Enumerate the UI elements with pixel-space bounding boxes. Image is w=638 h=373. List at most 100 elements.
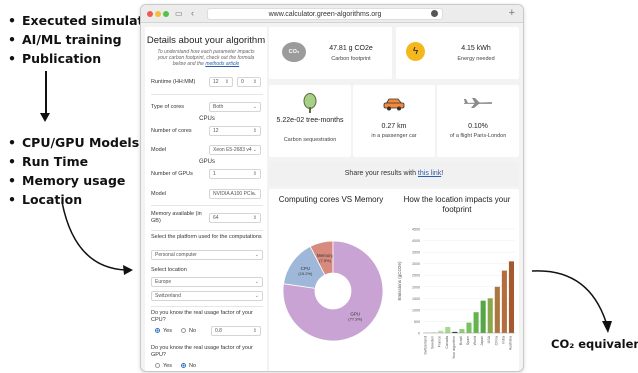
cpu-usage-no-radio[interactable]: No (181, 328, 196, 334)
divider (151, 306, 263, 307)
footprint-value: 47.81 g CO2e (329, 45, 373, 52)
y-tick-label: 3500 (412, 251, 420, 255)
num-cores-value: 12 (213, 128, 219, 134)
chevron-down-icon: ⌄ (252, 191, 257, 197)
car-label: in a passenger car (371, 133, 417, 139)
bar-india[interactable] (501, 270, 507, 333)
radio-checked-icon (181, 363, 186, 368)
tree-card: 5.22e-02 tree-months Carbon sequestratio… (269, 85, 351, 157)
x-tick-label: USA (487, 335, 491, 343)
input-item: Memory usage (8, 171, 139, 190)
car-value: 0.27 km (381, 123, 407, 130)
bar-brazil[interactable] (459, 329, 465, 333)
core-type-row: Type of cores Both ⌄ (151, 102, 263, 112)
address-bar[interactable]: www.calculator.green-algorithms.org (207, 8, 443, 20)
bar-world[interactable] (473, 312, 479, 333)
memory-label: Memory available (in GB) (151, 211, 202, 224)
y-tick-label: 0 (418, 332, 420, 336)
num-cores-input[interactable]: 12 ⇕ (209, 126, 261, 136)
donut-chart: CPU(15.2%)Memory(7.5%)GPU(77.3%) (282, 240, 384, 342)
y-tick-label: 500 (414, 320, 420, 324)
runtime-hours-input[interactable]: 12 ⇕ (209, 77, 233, 87)
memory-input[interactable]: 64 ⇕ (209, 213, 261, 223)
x-tick-label: Sweden (431, 336, 435, 349)
x-tick-label: Your algorithm (452, 336, 456, 359)
num-cores-label: Number of cores (151, 128, 192, 134)
bar-canada[interactable] (445, 326, 451, 333)
bar-japan[interactable] (480, 300, 486, 333)
stepper-icon: ⇕ (224, 79, 229, 85)
gpu-model-value: NVIDIA A100 PCIe (213, 191, 255, 197)
chevron-down-icon: ⌄ (252, 104, 257, 110)
maximize-window-icon[interactable] (163, 11, 169, 17)
form-title: Details about your algorithm (146, 35, 266, 46)
cpu-usage-value: 0.8 (215, 328, 222, 334)
cpu-usage-label: Do you know the real usage factor of you… (151, 310, 253, 323)
x-tick-label: Australia (508, 336, 512, 350)
y-tick-label: 1500 (412, 297, 420, 301)
num-gpus-row: Number of GPUs 1 ⇕ (151, 169, 263, 179)
continent-select[interactable]: Europe ⌄ (151, 277, 263, 287)
y-tick-label: 2000 (412, 285, 420, 289)
y-axis-label: Emissions (gCO2e) (397, 261, 402, 301)
memory-value: 64 (213, 215, 219, 221)
footprint-label: Carbon footprint (331, 56, 371, 62)
bar-china[interactable] (494, 286, 500, 333)
country-value: Switzerland (155, 293, 181, 299)
x-tick-label: India (501, 336, 505, 344)
close-window-icon[interactable] (147, 11, 153, 17)
donut-slice-percent: (15.2%) (298, 271, 313, 276)
privacy-shield-icon[interactable] (431, 10, 438, 17)
stepper-icon: ⇕ (252, 215, 257, 221)
car-card: 0.27 km in a passenger car (353, 85, 435, 157)
bar-spain[interactable] (466, 322, 472, 333)
curved-arrow-out-head (602, 321, 612, 333)
input-list: CPU/GPU Models Run Time Memory usage Loc… (8, 133, 139, 209)
lightning-bolt-icon: ϟ (406, 42, 425, 61)
gpu-usage-no-radio[interactable]: No (181, 363, 196, 369)
x-tick-label: World (473, 336, 477, 345)
donut-slice-percent: (7.5%) (319, 258, 331, 263)
y-tick-label: 3000 (412, 262, 420, 266)
platform-select[interactable]: Personal computer ⌄ (151, 250, 263, 260)
x-tick-label: Switzerland (424, 336, 428, 355)
flight-card: 0.10% of a flight Paris-London (437, 85, 519, 157)
algorithm-form: Details about your algorithm To understa… (145, 27, 267, 371)
radio-unchecked-icon (155, 363, 160, 368)
runtime-minutes-input[interactable]: 0 ⇕ (237, 77, 261, 87)
bar-usa[interactable] (487, 298, 493, 333)
platform-label: Select the platform used for the computa… (151, 234, 262, 240)
cpu-usage-yes-radio[interactable]: Yes (155, 328, 172, 334)
form-intro: To understand how each parameter impacts… (153, 49, 259, 67)
num-gpus-input[interactable]: 1 ⇕ (209, 169, 261, 179)
y-tick-label: 2500 (412, 274, 420, 278)
cpu-usage-input[interactable]: 0.8 ⇕ (211, 326, 261, 336)
cpu-model-select[interactable]: Xeon E5-2683 v4 ⌄ (209, 145, 261, 155)
gpu-usage-yes-radio[interactable]: Yes (155, 363, 172, 369)
bar-france[interactable] (438, 330, 444, 333)
input-item: Run Time (8, 152, 139, 171)
radio-label: Yes (163, 328, 172, 334)
methods-article-link[interactable]: methods article (205, 61, 239, 67)
bar-australia[interactable] (508, 261, 515, 333)
x-tick-label: France (438, 336, 442, 347)
energy-card: ϟ 4.15 kWh Energy needed (396, 27, 519, 79)
continent-value: Europe (155, 279, 172, 285)
back-arrow-icon[interactable]: ‹ (191, 8, 194, 18)
core-type-select[interactable]: Both ⌄ (209, 102, 261, 112)
x-tick-label: Japan (480, 336, 484, 346)
share-link[interactable]: this link (418, 170, 441, 177)
country-select[interactable]: Switzerland ⌄ (151, 291, 263, 301)
gpu-model-select[interactable]: NVIDIA A100 PCIe ⌄ (209, 189, 261, 199)
y-tick-label: 4500 (412, 228, 420, 232)
chevron-down-icon: ⌄ (252, 147, 257, 153)
cpu-model-row: Model Xeon E5-2683 v4 ⌄ (151, 145, 263, 155)
x-tick-label: Spain (466, 336, 470, 345)
sidebar-toggle-icon[interactable]: ▭ (175, 9, 183, 18)
share-end: ! (441, 170, 444, 177)
browser-toolbar: ▭ ‹ www.calculator.green-algorithms.org … (141, 5, 523, 23)
stepper-icon: ⇕ (252, 128, 257, 134)
minimize-window-icon[interactable] (155, 11, 161, 17)
new-tab-button[interactable]: + (509, 7, 515, 19)
num-gpus-label: Number of GPUs (151, 171, 193, 177)
